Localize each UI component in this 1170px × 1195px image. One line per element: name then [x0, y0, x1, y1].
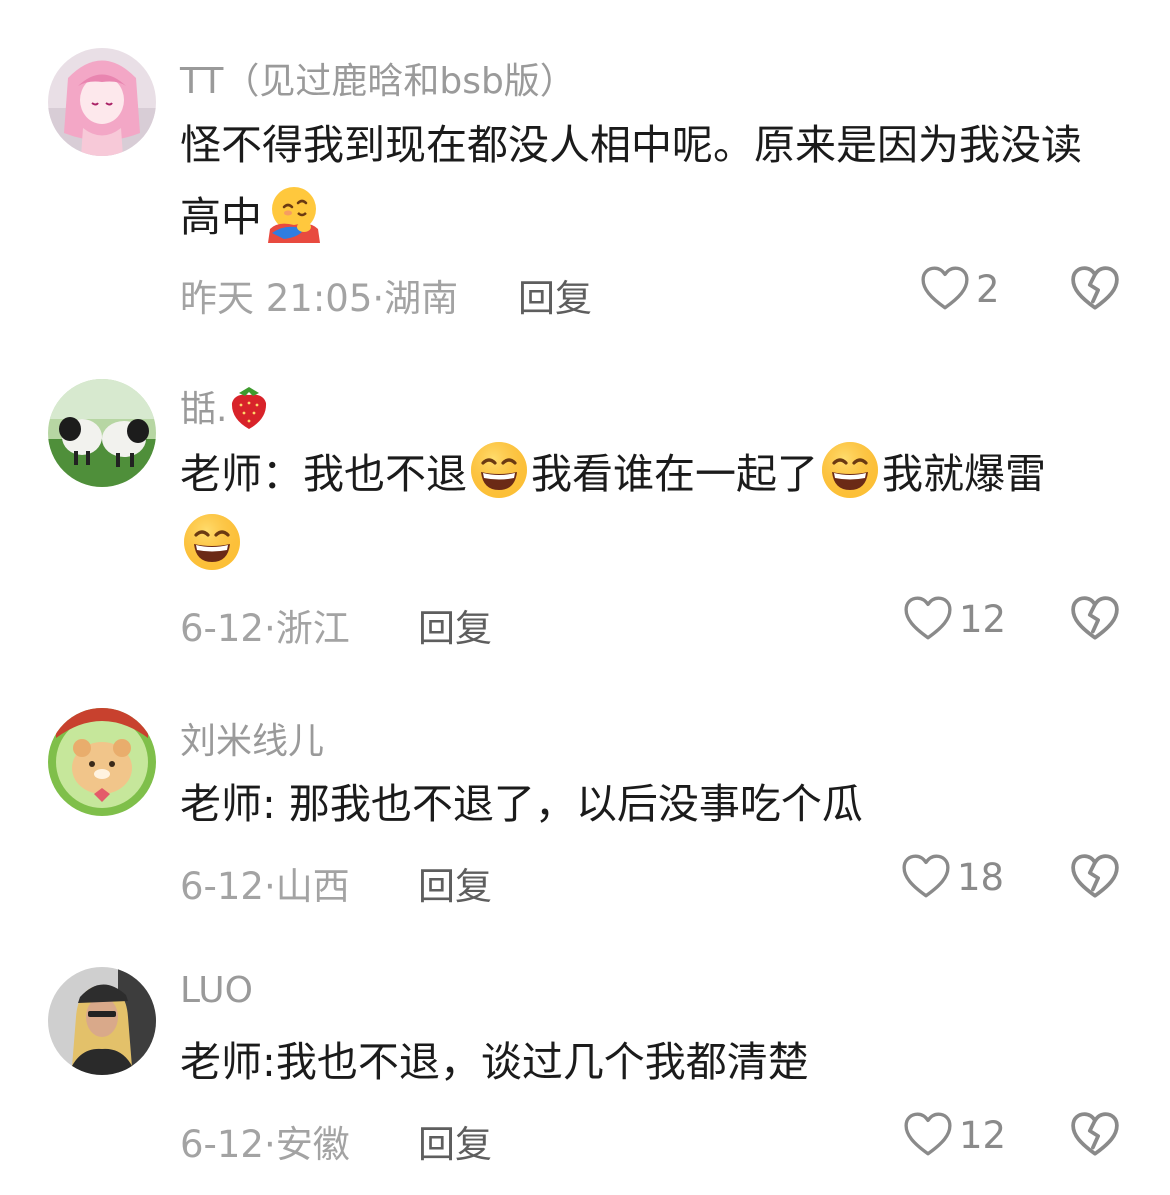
location: 安徽	[275, 1123, 350, 1166]
like-button[interactable]: 2	[920, 264, 1000, 314]
username[interactable]: 刘米线儿	[180, 712, 324, 764]
separator: ·	[263, 1123, 276, 1166]
comment-text-part: 我看谁在一起了	[531, 450, 818, 498]
location: 湖南	[384, 277, 459, 320]
timestamp: 6-12	[180, 607, 264, 650]
timestamp: 昨天 21:05	[180, 277, 373, 320]
strawberry-emoji	[232, 387, 267, 429]
broken-heart-icon	[1070, 852, 1120, 902]
comment-meta: 6-12·安徽	[180, 1114, 350, 1168]
username[interactable]: TT（见过鹿晗和bsb版）	[180, 52, 576, 104]
reply-button[interactable]: 回复	[418, 856, 492, 910]
heart-icon	[903, 1110, 953, 1160]
comment-text: 老师: 那我也不退了，以后没事吃个瓜	[180, 768, 1120, 840]
separator: ·	[263, 865, 276, 908]
heart-icon	[920, 264, 970, 314]
avatar[interactable]	[48, 708, 156, 816]
dislike-button[interactable]	[1070, 264, 1120, 314]
reply-button[interactable]: 回复	[518, 268, 592, 322]
location: 浙江	[275, 607, 350, 650]
comment-text: 老师:我也不退，谈过几个我都清楚	[180, 1026, 1120, 1098]
comment-text-part: 老师:我也不退，谈过几个我都清楚	[180, 1038, 809, 1086]
timestamp: 6-12	[180, 865, 264, 908]
grinning-emoji	[820, 440, 880, 500]
like-button[interactable]: 12	[903, 1110, 1006, 1160]
broken-heart-icon	[1070, 264, 1120, 314]
comment-text: 老师：我也不退 我看谁在一起了 我就爆雷	[180, 438, 1120, 582]
like-button[interactable]: 18	[901, 852, 1004, 902]
username[interactable]: 甛.	[180, 380, 271, 432]
reply-button[interactable]: 回复	[418, 1114, 492, 1168]
like-count: 18	[957, 855, 1005, 899]
dislike-button[interactable]	[1070, 852, 1120, 902]
reply-button[interactable]: 回复	[418, 598, 492, 652]
broken-heart-icon	[1070, 594, 1120, 644]
like-count: 12	[959, 1113, 1007, 1157]
comment-text-part: 我就爆雷	[882, 450, 1046, 498]
heart-icon	[903, 594, 953, 644]
username-text: 甛.	[180, 389, 228, 430]
separator: ·	[263, 607, 276, 650]
avatar[interactable]	[48, 379, 156, 487]
heart-icon	[901, 852, 951, 902]
like-button[interactable]: 12	[903, 594, 1006, 644]
comment-meta: 6-12·山西	[180, 856, 350, 910]
separator: ·	[372, 277, 385, 320]
dislike-button[interactable]	[1070, 1110, 1120, 1160]
username[interactable]: LUO	[180, 970, 253, 1011]
comment-text-part: 老师: 那我也不退了，以后没事吃个瓜	[180, 780, 863, 828]
like-count: 12	[959, 597, 1007, 641]
comment-meta: 6-12·浙江	[180, 598, 350, 652]
hugging-emoji	[268, 187, 320, 243]
comment-meta: 昨天 21:05·湖南	[180, 268, 458, 322]
avatar[interactable]	[48, 967, 156, 1075]
timestamp: 6-12	[180, 1123, 264, 1166]
dislike-button[interactable]	[1070, 594, 1120, 644]
comment-text-part: 老师：我也不退	[180, 450, 467, 498]
like-count: 2	[976, 267, 1000, 311]
avatar[interactable]	[48, 48, 156, 156]
grinning-emoji	[469, 440, 529, 500]
location: 山西	[275, 865, 350, 908]
grinning-emoji	[182, 512, 242, 572]
comment-text: 怪不得我到现在都没人相中呢。原来是因为我没读高中	[180, 109, 1120, 253]
broken-heart-icon	[1070, 1110, 1120, 1160]
